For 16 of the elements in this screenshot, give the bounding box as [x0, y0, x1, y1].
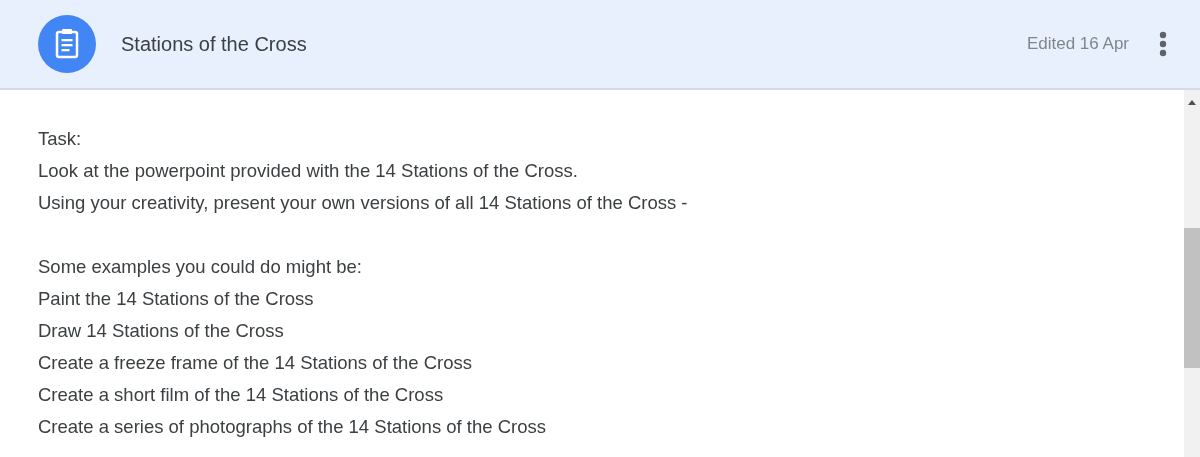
- text-line: Create a series of photographs of the 14 Stations of the Cross: [38, 415, 548, 439]
- text-line: Create a short film of the 14 Stations of the Cross: [38, 383, 445, 407]
- text-line: Draw 14 Stations of the Cross: [38, 319, 285, 343]
- text-line: Using your creativity, present your own versions of all 14 Stations of the Cross -: [38, 191, 689, 215]
- more-menu-icon[interactable]: [1159, 31, 1167, 57]
- text-line: Create a freeze frame of the 14 Stations of the Cross: [38, 351, 473, 375]
- note-title: Stations of the Cross: [121, 32, 308, 56]
- scroll-up-icon[interactable]: [1188, 100, 1196, 105]
- text-line: Look at the powerpoint provided with the 14 Stations of the Cross.: [38, 159, 579, 183]
- edited-date: Edited 16 Apr: [1026, 34, 1129, 54]
- clipboard-icon: [38, 15, 96, 73]
- text-line: Task:: [38, 127, 83, 151]
- scrollbar-thumb[interactable]: [1184, 228, 1200, 368]
- scrollbar-track[interactable]: [1184, 90, 1200, 457]
- text-line: Paint the 14 Stations of the Cross: [38, 287, 315, 311]
- text-line: Some examples you could do might be:: [38, 255, 363, 279]
